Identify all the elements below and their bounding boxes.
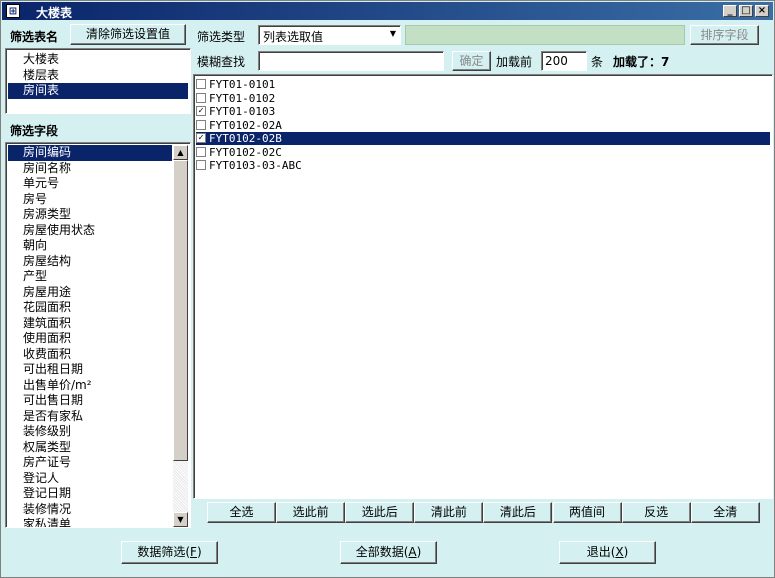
checkbox-icon[interactable]	[196, 146, 206, 157]
field-list-item[interactable]: 房间编码	[8, 145, 172, 161]
table-list-item[interactable]: 楼层表	[8, 68, 59, 84]
field-list-item[interactable]: 房屋使用状态	[8, 223, 172, 239]
scroll-down-icon[interactable]: ▼	[173, 512, 188, 527]
field-list-item[interactable]: 房屋用途	[8, 285, 172, 301]
value-list-item[interactable]: FYT01-0101	[196, 78, 275, 91]
maximize-button[interactable]: □	[739, 5, 753, 17]
value-text: FYT01-0103	[209, 105, 276, 118]
field-list-item[interactable]: 出售单价/m²	[8, 378, 172, 394]
clear-filter-button[interactable]: 清除筛选设置值	[70, 24, 186, 45]
value-text: FYT0102-02C	[209, 145, 282, 159]
field-list-item[interactable]: 装修级别	[8, 424, 172, 440]
field-list-item[interactable]: 花园面积	[8, 300, 172, 316]
value-list-item[interactable]: FYT0102-02C	[196, 146, 282, 159]
field-list-item[interactable]: 房屋结构	[8, 254, 172, 270]
value-text: FYT01-0102	[209, 91, 276, 105]
value-text: FYT0102-02A	[209, 118, 282, 132]
load-count-input[interactable]: 200	[541, 51, 587, 71]
action-button-6[interactable]: 反选	[621, 502, 691, 523]
load-prefix-label: 加载前	[496, 55, 533, 69]
field-list-item[interactable]: 装修情况	[8, 502, 172, 518]
value-list-item[interactable]: ✓ FYT01-0103	[196, 105, 275, 118]
action-button-3[interactable]: 清此前	[414, 502, 484, 523]
data-filter-button[interactable]: 数据筛选(F)	[121, 541, 218, 564]
value-list[interactable]: FYT01-0101 FYT01-0102 ✓ FYT01-0103 FYT0102-0…	[193, 74, 773, 499]
all-data-button[interactable]: 全部数据(A)	[340, 541, 437, 564]
field-list-item[interactable]: 单元号	[8, 176, 172, 192]
field-list[interactable]: 房间编码 房间名称 单元号 房号 房源类型 房屋使用状态 朝向 房屋结构 产型 房屋用途 花园面积建…	[5, 142, 191, 528]
value-text: FYT0102-02B	[209, 132, 282, 145]
field-list-item[interactable]: 房产证号	[8, 455, 172, 471]
loaded-label: 加载了：7	[613, 55, 670, 69]
table-list[interactable]: 大楼表 楼层表 房间表	[5, 48, 191, 114]
filter-info-bar	[405, 25, 685, 45]
fuzzy-search-input[interactable]	[258, 51, 444, 71]
value-list-item[interactable]: FYT01-0102	[196, 92, 275, 105]
field-list-item[interactable]: 收费面积	[8, 347, 172, 363]
field-list-item[interactable]: 是否有家私	[8, 409, 172, 425]
checked-checkbox-icon[interactable]: ✓	[196, 133, 206, 143]
value-list-item[interactable]: FYT0102-02A	[196, 119, 282, 132]
value-list-item[interactable]: ✓ FYT0102-02B	[196, 132, 770, 145]
field-list-scroll-thumb[interactable]	[173, 160, 188, 461]
field-list-item[interactable]: 可出租日期	[8, 362, 172, 378]
filter-type-value: 列表选取值	[263, 30, 324, 44]
action-button-7[interactable]: 全清	[690, 502, 760, 523]
filter-type-label: 筛选类型	[197, 30, 246, 44]
filter-type-select[interactable]: 列表选取值 ▼	[258, 25, 401, 45]
value-text: FYT01-0101	[209, 78, 276, 91]
field-list-item[interactable]: 房源类型	[8, 207, 172, 223]
minimize-button[interactable]: _	[723, 5, 737, 17]
table-list-item[interactable]: 房间表	[8, 83, 188, 99]
fuzzy-search-label: 模糊查找	[197, 55, 246, 69]
exit-button[interactable]: 退出(X)	[559, 541, 656, 564]
app-icon[interactable]: ⊞	[6, 4, 20, 18]
checkbox-icon[interactable]	[196, 79, 206, 89]
confirm-button[interactable]: 确定	[452, 51, 491, 71]
action-button-1[interactable]: 选此前	[276, 502, 346, 523]
field-list-item[interactable]: 朝向	[8, 238, 172, 254]
close-button[interactable]: ×	[755, 5, 769, 17]
field-list-item[interactable]: 房号	[8, 192, 172, 208]
field-list-item[interactable]: 房间名称	[8, 161, 172, 177]
table-list-item[interactable]: 大楼表	[8, 52, 59, 68]
field-label: 筛选字段	[10, 124, 59, 138]
main-window: ⊞ 大楼表 _ □ × 筛选表名 清除筛选设置值 大楼表 楼层表 房间表 筛选字段 …	[0, 0, 775, 578]
action-button-0[interactable]: 全选	[207, 502, 277, 523]
dropdown-arrow-icon[interactable]: ▼	[390, 29, 396, 38]
field-list-item[interactable]: 登记人	[8, 471, 172, 487]
checkbox-icon[interactable]	[196, 92, 206, 103]
scroll-up-icon[interactable]: ▲	[173, 145, 188, 160]
field-list-item[interactable]: 使用面积	[8, 331, 172, 347]
checked-checkbox-icon[interactable]: ✓	[196, 106, 206, 116]
load-unit-label: 条	[591, 55, 604, 69]
field-list-item[interactable]: 家私清单	[8, 517, 172, 527]
field-list-item[interactable]: 可出售日期	[8, 393, 172, 409]
action-button-2[interactable]: 选此后	[345, 502, 415, 523]
field-list-item[interactable]: 权属类型	[8, 440, 172, 456]
table-name-label: 筛选表名	[10, 30, 59, 44]
window-title: 大楼表	[36, 6, 73, 20]
checkbox-icon[interactable]	[196, 160, 206, 170]
value-list-item[interactable]: FYT0103-03-ABC	[196, 159, 302, 172]
field-list-item[interactable]: 建筑面积	[8, 316, 172, 332]
loaded-count: 7	[661, 55, 670, 69]
field-list-item[interactable]: 产型	[8, 269, 172, 285]
action-button-4[interactable]: 清此后	[483, 502, 553, 523]
title-bar[interactable]: ⊞ 大楼表 _ □ ×	[2, 2, 773, 20]
value-text: FYT0103-03-ABC	[209, 159, 302, 172]
field-list-item[interactable]: 登记日期	[8, 486, 172, 502]
checkbox-icon[interactable]	[196, 119, 206, 130]
action-button-5[interactable]: 两值间	[552, 502, 622, 523]
sort-field-button[interactable]: 排序字段	[690, 25, 759, 45]
